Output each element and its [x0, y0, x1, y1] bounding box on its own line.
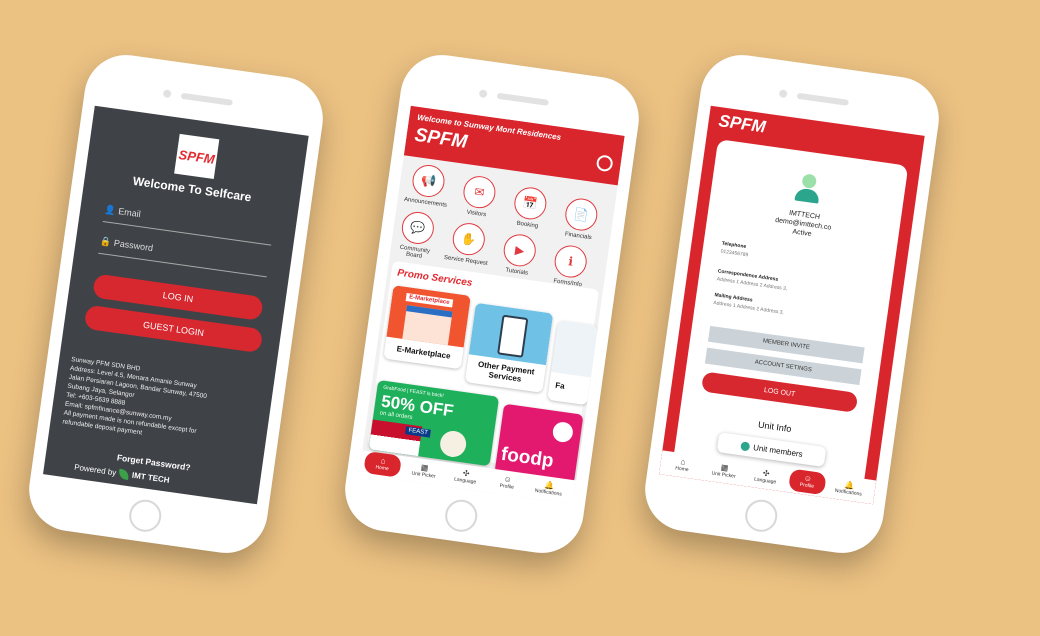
video-icon: ▶	[501, 232, 538, 269]
phone-home: Welcome to Sunway Mont Residences SPFM 📢…	[339, 49, 645, 559]
members-icon	[739, 440, 750, 451]
info-icon: ℹ	[552, 243, 589, 280]
speaker-slot	[180, 92, 233, 106]
profile-screen: SPFM IMTTECH demo@imttech.co Active Tele…	[659, 105, 925, 505]
card-label: Fa	[554, 380, 566, 391]
phone-login: SPFM Welcome To Selfcare 👤Email 🔒Passwor…	[23, 49, 329, 559]
service-visitors[interactable]: ✉ Visitors	[452, 173, 505, 220]
nav-notifications[interactable]: 🔔 Notifications	[530, 478, 568, 498]
company-address: Sunway PFM SDN BHD Address: Level 4.5, M…	[62, 355, 266, 454]
spfm-logo: SPFM	[717, 111, 767, 137]
home-button[interactable]	[127, 497, 164, 534]
camera-dot	[478, 89, 488, 99]
login-screen: SPFM Welcome To Selfcare 👤Email 🔒Passwor…	[43, 105, 309, 505]
speaker-slot	[796, 92, 849, 106]
service-announcements[interactable]: 📢 Announcements	[401, 162, 454, 209]
nav-profile[interactable]: ☺ Profile	[488, 472, 526, 492]
home-button[interactable]	[443, 497, 480, 534]
home-button[interactable]	[743, 497, 780, 534]
nav-home[interactable]: ⌂ Home	[363, 450, 402, 478]
phone-payment-icon	[468, 302, 554, 366]
speaker-slot	[496, 92, 549, 106]
panda-icon	[551, 420, 575, 444]
globe-icon[interactable]	[595, 154, 614, 173]
document-icon: 📄	[563, 196, 600, 233]
nav-home[interactable]: ⌂ Home	[664, 455, 702, 475]
camera-dot	[778, 89, 788, 99]
spfm-logo: SPFM	[174, 133, 220, 180]
service-community-board[interactable]: 💬 Community Board	[390, 209, 444, 262]
password-field[interactable]: 🔒Password	[98, 235, 270, 278]
food-plate-icon	[438, 429, 468, 459]
nav-profile[interactable]: ☺ Profile	[788, 468, 827, 496]
nav-language[interactable]: ✣ Language	[747, 467, 785, 487]
chat-icon: 💬	[399, 209, 436, 247]
flag-graphic	[368, 419, 423, 457]
service-booking[interactable]: 📅 Booking	[503, 184, 556, 231]
promo-card-other-payment[interactable]: Other Payment Services	[464, 302, 554, 393]
nav-language[interactable]: ✣ Language	[447, 467, 485, 487]
telephone-value: 0123456789	[720, 248, 749, 259]
camera-dot	[162, 89, 172, 99]
spfm-logo: SPFM	[413, 124, 469, 153]
nav-unit-picker[interactable]: ▦ Unit Picker	[405, 461, 443, 481]
profile-card: IMTTECH demo@imttech.co Active Telephone…	[672, 139, 909, 493]
calendar-icon: 📅	[512, 185, 549, 222]
service-request[interactable]: ✋ Service Request	[442, 220, 495, 267]
service-financials[interactable]: 📄 Financials	[554, 195, 607, 242]
promo-image	[551, 320, 598, 378]
promo-card-emarketplace[interactable]: E-Marketplace E-Marketplace	[383, 285, 471, 370]
nav-notifications[interactable]: 🔔 Notifications	[830, 478, 868, 498]
foodpanda-text: foodp	[499, 443, 555, 472]
service-tutorials[interactable]: ▶ Tutorials	[492, 231, 545, 278]
hand-icon: ✋	[450, 221, 487, 258]
imt-leaf-icon	[118, 468, 130, 481]
visitors-icon: ✉	[461, 174, 498, 211]
phone-profile: SPFM IMTTECH demo@imttech.co Active Tele…	[639, 49, 945, 559]
home-screen: Welcome to Sunway Mont Residences SPFM 📢…	[359, 105, 625, 505]
avatar-icon	[794, 173, 822, 206]
megaphone-icon: 📢	[410, 162, 447, 200]
marketplace-shop-icon: E-Marketplace	[386, 285, 471, 348]
nav-unit-picker[interactable]: ▦ Unit Picker	[705, 461, 743, 481]
